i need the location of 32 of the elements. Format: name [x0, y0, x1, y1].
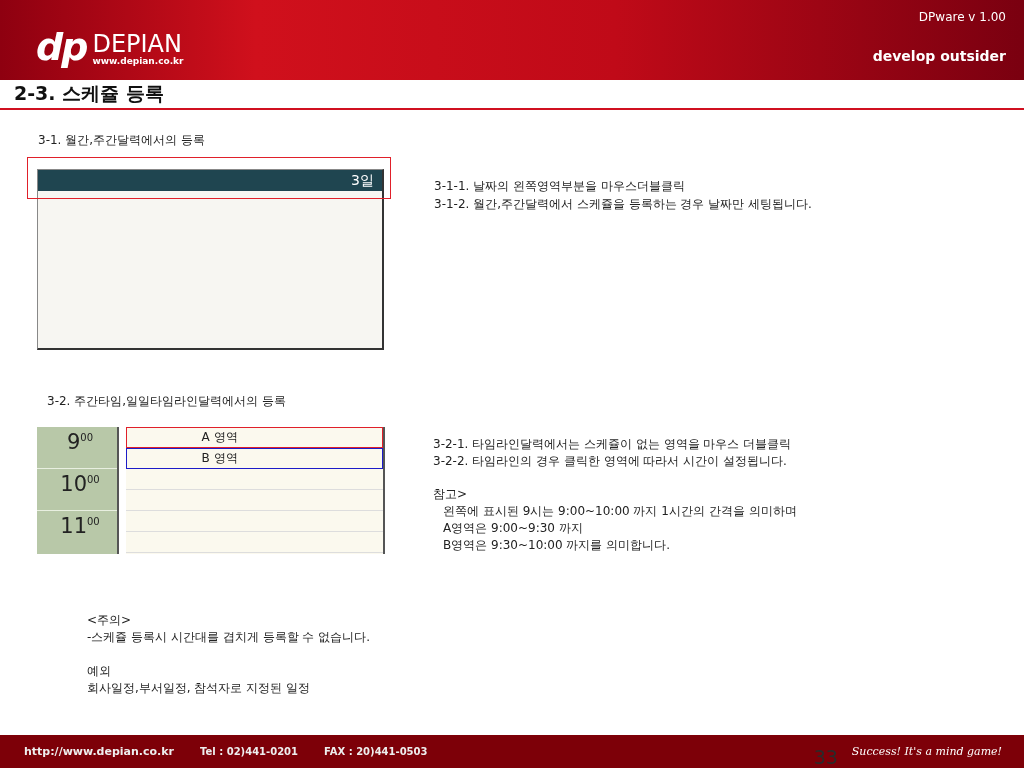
section-heading: 3-2. 주간타임,일일타임라인달력에서의 등록 — [47, 393, 286, 410]
section-heading: 3-1. 월간,주간달력에서의 등록 — [38, 132, 205, 149]
exception-heading: 예외 — [87, 663, 112, 680]
reference-line: B영역은 9:30~10:00 까지를 의미합니다. — [442, 537, 672, 554]
exception-text: 회사일정,부서일정, 참석자로 지정된 일정 — [87, 680, 312, 697]
fax-number: FAX : 20)441-0503 — [324, 746, 428, 757]
caution-text: -스케쥴 등록시 시간대를 겹치게 등록할 수 없습니다. — [87, 629, 372, 646]
tagline: develop outsider — [872, 48, 1006, 64]
hour-label: 10$^{00}$ — [60, 471, 100, 496]
page-number: 33 — [813, 746, 838, 768]
version-label: DPware v 1.00 — [918, 10, 1006, 24]
region-slot[interactable]: B 영역 — [126, 448, 383, 469]
slogan: Success! It's a mind game! — [851, 745, 1002, 758]
logo-url: www.depian.co.kr — [92, 56, 184, 66]
logo-mark: dp — [36, 28, 87, 66]
region-slot[interactable]: A 영역 — [126, 427, 383, 448]
reference-heading: 참고> — [433, 486, 469, 503]
note-line: 3-2-2. 타임라인의 경우 클릭한 영역에 따라서 시간이 설정됩니다. — [433, 453, 788, 470]
note-line: 3-1-2. 월간,주간달력에서 스케쥴을 등록하는 경우 날짜만 세팅됩니다. — [434, 196, 812, 213]
phone-number: Tel : 02)441-0201 — [200, 746, 299, 757]
caution-heading: <주의> — [87, 612, 133, 629]
slide-title: 2-3. 스케쥴 등록 — [14, 81, 164, 106]
hour-label: 9$^{00}$ — [66, 429, 94, 454]
reference-line: A영역은 9:00~9:30 까지 — [442, 520, 584, 537]
day-header[interactable]: 3일 — [38, 170, 382, 191]
reference-line: 왼쪽에 표시된 9시는 9:00~10:00 까지 1시간의 간격을 의미하며 — [442, 503, 797, 520]
hour-label: 11$^{00}$ — [60, 513, 100, 538]
note-line: 3-2-1. 타임라인달력에서는 스케쥴이 없는 영역을 마우스 더블클릭 — [433, 436, 793, 453]
day-cell[interactable]: 3일 — [37, 169, 384, 350]
website-url: http://www.depian.co.kr — [24, 745, 175, 758]
note-line: 3-1-1. 날짜의 왼쪽영역부분을 마우스더블클릭 — [434, 178, 686, 195]
logo-name: DEPIAN — [92, 32, 182, 56]
